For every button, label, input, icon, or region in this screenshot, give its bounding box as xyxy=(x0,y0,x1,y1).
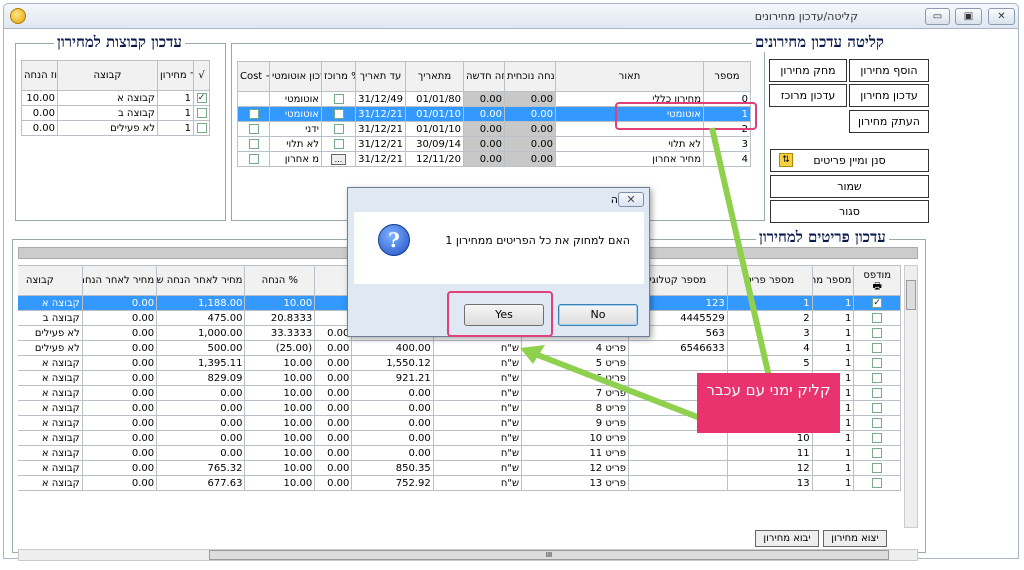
dialog-close-button[interactable]: ✕ xyxy=(618,192,644,207)
dialog-body: ? האם למחוק את כל הפריטים ממחירון 1 xyxy=(354,212,644,284)
highlight-yes-button xyxy=(447,291,553,337)
arrow-line xyxy=(709,127,773,382)
dialog-message: האם למחוק את כל הפריטים ממחירון 1 xyxy=(445,234,630,247)
arrow-line xyxy=(528,349,702,421)
annotation-note: קליק ימני עם עכבר xyxy=(697,373,840,433)
no-button[interactable]: No xyxy=(558,304,638,326)
question-icon: ? xyxy=(378,224,410,256)
app-window: קליטה/עדכון מחירונים ▭ ▣ ✕ אחוז הנחה קבו… xyxy=(0,0,1024,570)
